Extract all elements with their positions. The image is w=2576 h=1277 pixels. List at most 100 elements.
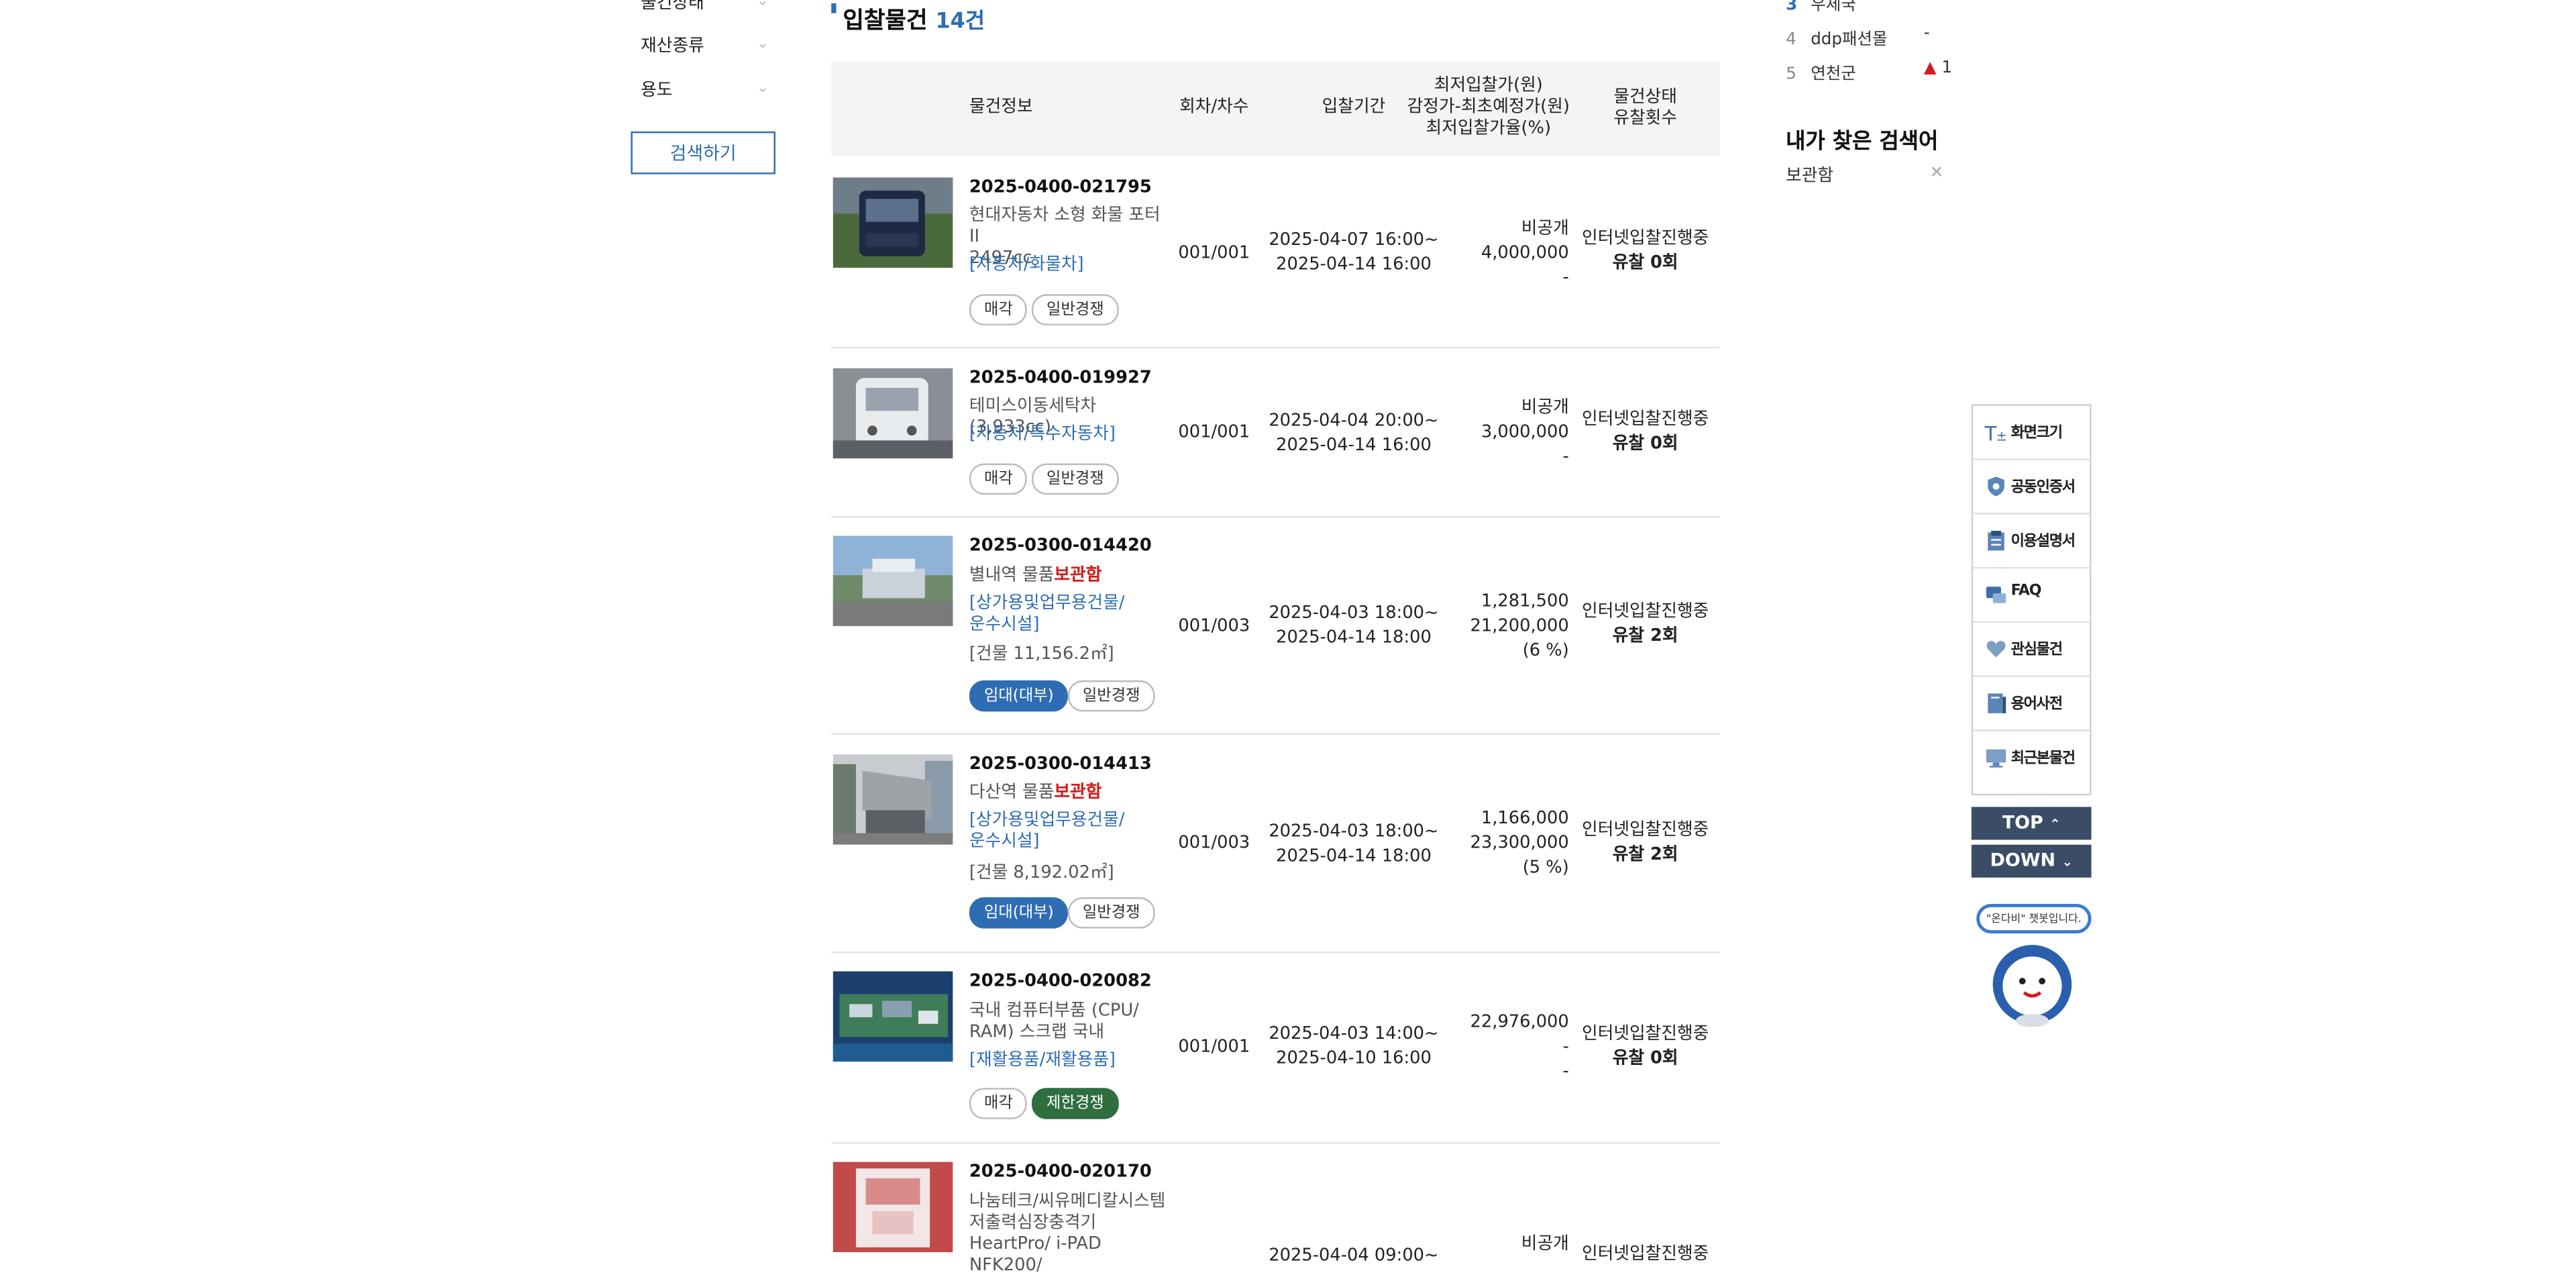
close-icon[interactable]: ✕ [1930,164,1944,183]
quick-label: 공동인증서 [2010,480,2076,497]
item-name-line: 저출력심장충격기 [969,1213,1097,1233]
table-row[interactable]: 2025-0400-019927 테미스이동세탁차(3,933cc) [자동차/… [831,347,1721,518]
filter-usage[interactable]: 용도 ⌄ [641,77,769,102]
item-name[interactable]: 다산역 물품보관함 [969,782,1175,804]
table-row[interactable]: 2025-0400-020170 나눔테크/씨유메디칼시스템 저출력심장충격기 … [831,1142,1720,1277]
status-text: 인터넷입찰진행중 [1582,409,1709,429]
item-id[interactable]: 2025-0400-019927 [969,368,1152,388]
category-line: [상가용및업무용건물/ [969,593,1125,613]
down-button[interactable]: DOWN ⌄ [1971,844,2092,878]
item-price: 비공개 [1409,1233,1569,1258]
quick-glossary[interactable]: 용어사전 [1973,677,2090,731]
item-name[interactable]: 나눔테크/씨유메디칼시스템 저출력심장충격기 HeartPro/ i-PAD N… [969,1192,1175,1277]
tag-competition: 일반경쟁 [1031,463,1119,495]
item-id[interactable]: 2025-0400-021795 [969,177,1152,197]
result-count: 14건 [935,9,985,35]
section-title-text: 입찰물건 [843,8,928,35]
arrow-up-icon: ▲ [1923,59,1937,78]
status-text: 인터넷입찰진행중 [1582,820,1709,840]
header-price: 최저입찰가(원) 감정가-최초예정가(원) 최저입찰가율(%) [1390,76,1587,140]
item-id[interactable]: 2025-0300-014413 [969,754,1152,774]
filter-label: 용도 [641,81,673,101]
item-id[interactable]: 2025-0400-020082 [969,971,1152,990]
item-name-line: 현대자동차 소형 화물 포터 II [969,205,1161,247]
quick-label: 화면크기 [2010,425,2063,442]
top-button-label: TOP [2002,811,2043,833]
price-line: 3,000,000 [1481,422,1569,442]
item-thumbnail[interactable] [833,1162,953,1253]
quick-favorites[interactable]: 관심물건 [1973,623,2090,677]
item-id[interactable]: 2025-0300-014420 [969,535,1152,555]
item-id[interactable]: 2025-0400-020170 [969,1162,1152,1181]
filter-status[interactable]: 물건상태 ⌄ [641,0,769,15]
item-thumbnail[interactable] [833,535,953,627]
item-name-text: 다산역 물품 [969,782,1055,803]
price-line: (6 %) [1522,641,1569,661]
title-marker [831,3,837,13]
tag-competition: 일반경쟁 [1067,897,1155,929]
fail-count: 유찰 2회 [1612,626,1678,646]
quick-certificate[interactable]: 공동인증서 [1973,460,2090,515]
item-round: 001/001 [1178,1037,1250,1057]
status-text: 인터넷입찰진행중 [1582,1023,1709,1044]
item-category: [상가용및업무용건물/ 운수시설] [969,810,1150,853]
quick-label: 이용설명서 [2010,533,2076,551]
chatbot-mascot-icon[interactable] [1984,940,2080,1029]
table-row[interactable]: 2025-0300-014413 다산역 물품보관함 [상가용및업무용건물/ 운… [831,733,1721,954]
table-row[interactable]: 2025-0400-020082 국내 컴퓨터부품 (CPU/ RAM) 스크랩… [831,952,1721,1144]
keyword-text: 연천군 [1811,65,1856,84]
item-thumbnail[interactable] [833,971,953,1062]
quick-recent[interactable]: 최근본물건 [1973,731,2090,784]
item-thumbnail[interactable] [833,368,953,459]
text-size-icon: T ± [1984,422,2007,444]
item-name[interactable]: 별내역 물품보관함 [969,565,1175,586]
chevron-down-icon: ⌄ [756,36,769,53]
tag-competition: 일반경쟁 [1067,680,1155,712]
status-text: 인터넷입찰진행중 [1582,1243,1709,1264]
header-round: 회차/차수 [1179,97,1249,117]
filter-property-type[interactable]: 재산종류 ⌄ [641,33,769,58]
chevron-down-icon: ⌄ [756,0,769,10]
popular-keyword[interactable]: 3 우체국 - [1786,0,1930,15]
popular-keyword[interactable]: 4 ddp패션몰 - [1786,25,1930,50]
chatbot-bubble[interactable]: "온다비" 챗봇입니다. [1976,903,2092,934]
my-search-word[interactable]: 보관함 [1786,166,1833,185]
top-button[interactable]: TOP ⌃ [1971,807,2092,840]
price-line: - [1562,268,1569,288]
item-thumbnail[interactable] [833,177,953,268]
table-row[interactable]: 2025-0300-014420 별내역 물품보관함 [상가용및업무용건물/ 운… [831,516,1721,735]
category-line: 운수시설] [969,831,1040,852]
item-name[interactable]: 국내 컴퓨터부품 (CPU/ RAM) 스크랩 국내 [969,1001,1175,1043]
table-header: 물건정보 회차/차수 입찰기간 최저입찰가(원) 감정가-최초예정가(원) 최저… [831,60,1721,156]
down-button-label: DOWN [1990,850,2056,871]
table-row[interactable]: 2025-0400-021795 현대자동차 소형 화물 포터 II 2497c… [831,156,1721,349]
rank-change: - [1924,0,1973,8]
chat-bubble-icon [1986,586,2006,603]
tag-sale: 매각 [969,294,1028,325]
quick-screen-size[interactable]: T ± 화면크기 [1973,406,2090,460]
item-thumbnail[interactable] [833,754,953,845]
item-category: [자동차/화물차] [969,254,1084,274]
item-status: 인터넷입찰진행중 유찰 2회 [1578,819,1711,868]
price-line: 1,166,000 [1481,808,1569,829]
fail-count: 유찰 0회 [1612,1048,1678,1068]
keyword-text: ddp패션몰 [1811,31,1888,50]
category-line: 운수시설] [969,614,1040,635]
chevron-down-icon: ⌄ [2061,854,2073,870]
item-category: [상가용및업무용건물/ 운수시설] [969,593,1150,636]
quick-manual[interactable]: 이용설명서 [1973,515,2090,569]
item-status: 인터넷입찰진행중 유찰 0회 [1578,407,1711,456]
keyword-text: 우체국 [1811,0,1856,15]
popular-keyword[interactable]: 5 연천군 ▲ 1 [1786,59,1952,84]
item-price: 비공개 4,000,000 - [1409,217,1569,291]
item-category: [자동차/특수자동차] [969,423,1116,444]
category-line: [상가용및업무용건물/ [969,810,1125,830]
quick-faq[interactable]: FAQ [1973,568,2090,623]
heart-icon [1986,641,2006,658]
item-price: 1,166,000 23,300,000 (5 %) [1409,807,1569,880]
fail-count: 유찰 0회 [1612,433,1678,454]
item-area: [건물 11,156.2㎡] [969,644,1114,664]
item-round: 001/003 [1178,833,1250,854]
search-button[interactable]: 검색하기 [631,131,775,174]
my-search-item[interactable]: 보관함 ✕ [1786,162,1943,187]
